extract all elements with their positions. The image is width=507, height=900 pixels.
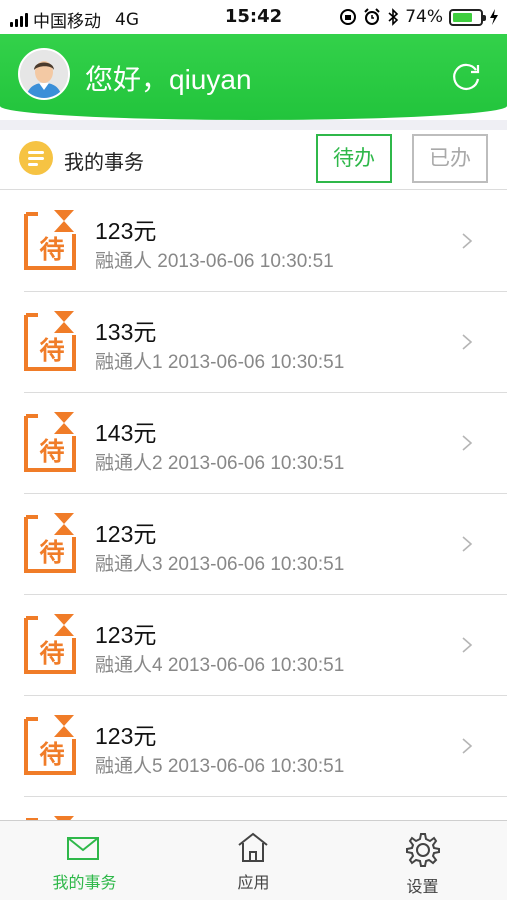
badge-label: 待 xyxy=(39,437,64,466)
tabbar-item-my-tasks[interactable]: 我的事务 xyxy=(0,821,169,900)
task-meta: 融通人2 2013-06-06 10:30:51 xyxy=(95,453,345,474)
tabbar-item-settings[interactable]: 设置 xyxy=(338,821,507,900)
pending-badge-icon: 待 xyxy=(24,715,76,775)
rotation-lock-icon xyxy=(340,9,357,25)
task-meta: 融通人 2013-06-06 10:30:51 xyxy=(95,251,334,272)
task-row[interactable]: 待 143元融通人2 2013-06-06 10:30:51 xyxy=(24,393,507,494)
task-amount: 133元 xyxy=(95,319,157,345)
task-amount: 143元 xyxy=(95,420,157,446)
badge-label: 待 xyxy=(39,538,64,567)
chevron-right-icon xyxy=(462,435,473,451)
pending-badge-icon: 待 xyxy=(24,412,76,472)
pending-badge-icon: 待 xyxy=(24,513,76,573)
task-row[interactable]: 待 123元融通人4 2013-06-06 10:30:51 xyxy=(24,595,507,696)
tasks-header: 我的事务 待办 已办 xyxy=(0,130,507,190)
chevron-right-icon xyxy=(462,334,473,350)
task-row[interactable]: 待 xyxy=(24,797,507,820)
mail-icon xyxy=(67,837,99,860)
task-meta: 融通人5 2013-06-06 10:30:51 xyxy=(95,756,345,777)
greeting-text: 您好，qiuyan xyxy=(85,64,252,95)
pending-badge-icon: 待 xyxy=(24,210,76,270)
task-amount: 123元 xyxy=(95,521,157,547)
tab-done[interactable]: 已办 xyxy=(412,134,488,183)
status-bar: 中国移动 4G 15:42 74% xyxy=(0,0,507,34)
chevron-right-icon xyxy=(462,637,473,653)
badge-label: 待 xyxy=(39,336,64,365)
section-divider xyxy=(0,120,507,130)
badge-label: 待 xyxy=(39,235,64,264)
tabbar-item-apps[interactable]: 应用 xyxy=(169,821,338,900)
tabbar-label: 设置 xyxy=(406,877,439,896)
avatar[interactable] xyxy=(18,48,70,100)
tabbar-label: 应用 xyxy=(237,873,270,892)
badge-label: 待 xyxy=(39,740,64,769)
task-meta: 融通人1 2013-06-06 10:30:51 xyxy=(95,352,345,373)
task-amount: 123元 xyxy=(95,622,157,648)
badge-label: 待 xyxy=(39,639,64,668)
task-row[interactable]: 待 133元融通人1 2013-06-06 10:30:51 xyxy=(24,292,507,393)
battery-icon xyxy=(449,8,486,26)
user-header: 您好，qiuyan xyxy=(0,34,507,120)
task-amount: 123元 xyxy=(95,723,157,749)
chevron-right-icon xyxy=(462,536,473,552)
task-amount: 123元 xyxy=(95,218,157,244)
alarm-icon xyxy=(364,8,380,25)
chevron-right-icon xyxy=(462,738,473,754)
gear-icon xyxy=(406,833,440,867)
task-row[interactable]: 待 123元融通人5 2013-06-06 10:30:51 xyxy=(24,696,507,797)
tasks-title: 我的事务 xyxy=(64,150,144,174)
bluetooth-icon xyxy=(388,8,399,26)
bottom-tab-bar: 我的事务 应用 设置 xyxy=(0,820,507,900)
task-row[interactable]: 待 123元融通人3 2013-06-06 10:30:51 xyxy=(24,494,507,595)
refresh-icon[interactable] xyxy=(449,60,483,94)
task-list-icon xyxy=(19,141,53,175)
task-meta: 融通人3 2013-06-06 10:30:51 xyxy=(95,554,345,575)
tabbar-label: 我的事务 xyxy=(52,873,117,892)
task-meta: 融通人4 2013-06-06 10:30:51 xyxy=(95,655,345,676)
pending-badge-icon: 待 xyxy=(24,614,76,674)
home-icon xyxy=(238,832,268,862)
task-row[interactable]: 待 123元融通人 2013-06-06 10:30:51 xyxy=(24,191,507,292)
charging-bolt-icon xyxy=(490,9,498,25)
task-list: 待 123元 融通人 2013-06-06 10:30:51 待 133元 融通人1 20… xyxy=(0,191,507,820)
pending-badge-icon: 待 xyxy=(24,311,76,371)
tab-pending[interactable]: 待办 xyxy=(316,134,392,183)
battery-percent: 74% xyxy=(405,7,443,27)
chevron-right-icon xyxy=(462,233,473,249)
battery-fill xyxy=(453,12,473,22)
